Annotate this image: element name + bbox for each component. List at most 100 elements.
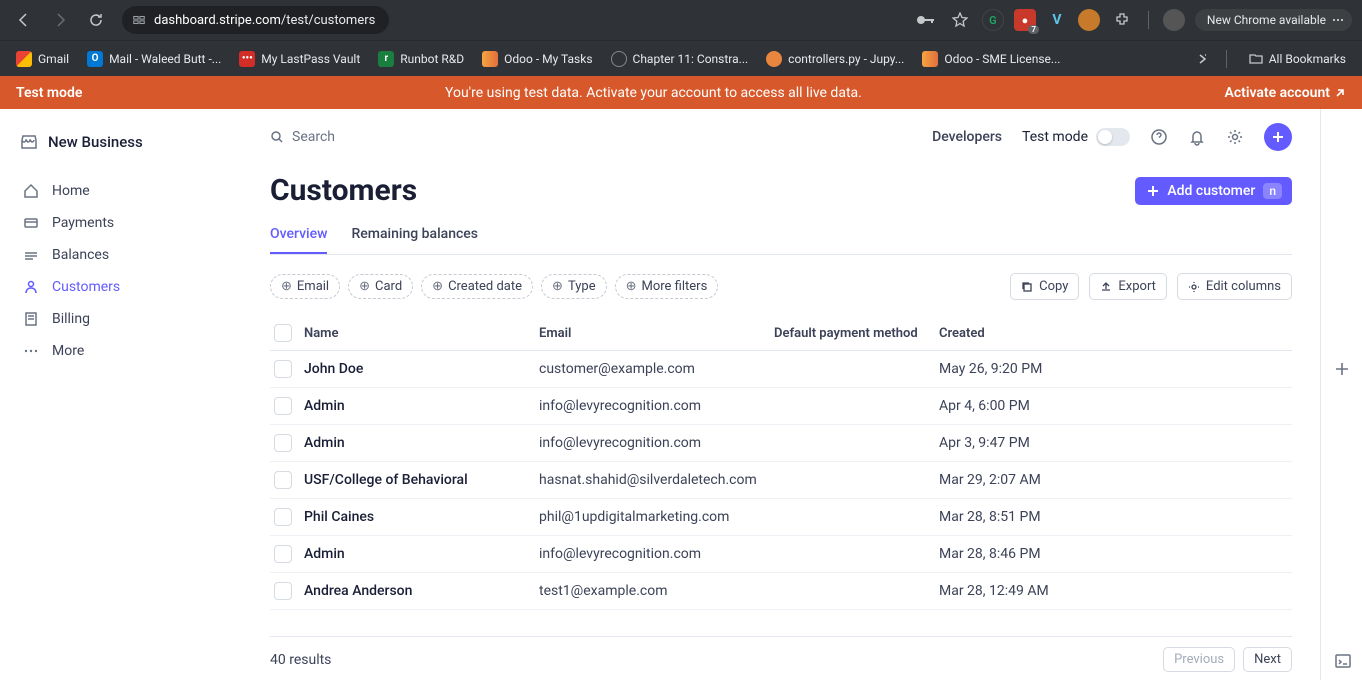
cell-name: USF/College of Behavioral: [304, 472, 539, 488]
globe-icon: [611, 51, 627, 67]
sidebar-item-home[interactable]: Home: [16, 175, 234, 207]
cell-created: Mar 28, 8:51 PM: [939, 509, 1288, 525]
column-payment[interactable]: Default payment method: [774, 326, 939, 341]
edit-columns-button[interactable]: Edit columns: [1177, 273, 1292, 300]
test-mode-banner: Test mode You're using test data. Activa…: [0, 76, 1362, 109]
reload-button[interactable]: [82, 6, 110, 34]
settings-icon[interactable]: [1226, 128, 1244, 146]
cell-name: Admin: [304, 398, 539, 414]
runbot-icon: r: [378, 51, 394, 67]
filter-email[interactable]: ⊕Email: [270, 274, 340, 299]
export-button[interactable]: Export: [1089, 273, 1167, 300]
table-row[interactable]: John Doe customer@example.com May 26, 9:…: [270, 351, 1292, 388]
row-checkbox[interactable]: [274, 434, 292, 452]
row-checkbox[interactable]: [274, 397, 292, 415]
row-checkbox[interactable]: [274, 360, 292, 378]
customers-table: Name Email Default payment method Create…: [270, 316, 1292, 636]
back-button[interactable]: [10, 6, 38, 34]
tab-remaining-balances[interactable]: Remaining balances: [351, 218, 478, 254]
all-bookmarks[interactable]: All Bookmarks: [1243, 48, 1352, 70]
page-title: Customers: [270, 173, 417, 208]
filter-created-date[interactable]: ⊕Created date: [421, 274, 533, 299]
bookmark-item[interactable]: Odoo - SME License...: [916, 47, 1066, 71]
bookmark-item[interactable]: rRunbot R&D: [372, 47, 470, 71]
forward-button[interactable]: [46, 6, 74, 34]
extension-v-icon[interactable]: V: [1046, 9, 1068, 31]
billing-icon: [22, 311, 40, 327]
bookmark-star-icon[interactable]: [948, 8, 972, 32]
sidebar-item-billing[interactable]: Billing: [16, 303, 234, 335]
table-row[interactable]: Admin info@levyrecognition.com Apr 4, 6:…: [270, 388, 1292, 425]
more-icon: [22, 343, 40, 359]
toggle-switch[interactable]: [1096, 128, 1130, 146]
business-selector[interactable]: New Business: [16, 127, 234, 157]
outlook-icon: O: [87, 51, 103, 67]
sidebar-item-customers[interactable]: Customers: [16, 271, 234, 303]
browser-toolbar: dashboard.stripe.com/test/customers G ●7…: [0, 0, 1362, 40]
column-created[interactable]: Created: [939, 326, 1288, 341]
row-checkbox[interactable]: [274, 582, 292, 600]
search-input[interactable]: Search: [270, 129, 914, 145]
extension-red-icon[interactable]: ●7: [1014, 9, 1036, 31]
right-rail: [1320, 109, 1362, 680]
select-all-checkbox[interactable]: [274, 324, 292, 342]
extension-orange-icon[interactable]: [1078, 9, 1100, 31]
new-chrome-pill[interactable]: New Chrome available: [1195, 9, 1352, 31]
bookmark-item[interactable]: controllers.py - Jupy...: [760, 47, 910, 71]
home-icon: [22, 183, 40, 199]
extension-grammarly-icon[interactable]: G: [982, 9, 1004, 31]
bookmark-item[interactable]: Odoo - My Tasks: [476, 47, 598, 71]
table-row[interactable]: Phil Caines phil@1updigitalmarketing.com…: [270, 499, 1292, 536]
row-checkbox[interactable]: [274, 545, 292, 563]
column-name[interactable]: Name: [304, 326, 539, 341]
password-icon[interactable]: [914, 8, 938, 32]
bookmarks-overflow-icon[interactable]: [1196, 52, 1210, 66]
cell-email: phil@1updigitalmarketing.com: [539, 509, 774, 525]
bookmark-item[interactable]: Chapter 11: Constra...: [605, 47, 755, 71]
cell-created: Mar 28, 12:49 AM: [939, 583, 1288, 599]
rail-plus-icon[interactable]: [1332, 359, 1352, 379]
bookmark-item[interactable]: •••My LastPass Vault: [233, 47, 366, 71]
add-customer-button[interactable]: Add customer n: [1135, 177, 1292, 205]
table-row[interactable]: Andrea Anderson test1@example.com Mar 28…: [270, 573, 1292, 610]
filter-type[interactable]: ⊕Type: [541, 274, 607, 299]
sidebar-item-more[interactable]: More: [16, 335, 234, 367]
tab-overview[interactable]: Overview: [270, 218, 327, 254]
site-settings-icon[interactable]: [132, 13, 146, 27]
bookmark-item[interactable]: OMail - Waleed Butt -...: [81, 47, 227, 71]
main-content: Search Developers Test mode Customers Ad…: [250, 109, 1320, 680]
results-count: 40 results: [270, 652, 331, 668]
bookmark-item[interactable]: Gmail: [10, 47, 75, 71]
activate-account-link[interactable]: Activate account: [1224, 85, 1346, 101]
developers-link[interactable]: Developers: [932, 129, 1002, 145]
table-row[interactable]: USF/College of Behavioral hasnat.shahid@…: [270, 462, 1292, 499]
next-button[interactable]: Next: [1243, 647, 1292, 672]
balances-icon: [22, 247, 40, 263]
previous-button[interactable]: Previous: [1163, 647, 1235, 672]
table-row[interactable]: Admin info@levyrecognition.com Mar 28, 8…: [270, 536, 1292, 573]
plus-icon: [1147, 185, 1159, 197]
profile-avatar[interactable]: [1163, 9, 1185, 31]
filter-card[interactable]: ⊕Card: [348, 274, 413, 299]
address-bar[interactable]: dashboard.stripe.com/test/customers: [122, 6, 389, 34]
row-checkbox[interactable]: [274, 508, 292, 526]
dev-console-icon[interactable]: [1334, 652, 1352, 670]
url-text: dashboard.stripe.com/test/customers: [154, 13, 375, 28]
test-mode-toggle[interactable]: Test mode: [1022, 128, 1130, 146]
sidebar-item-payments[interactable]: Payments: [16, 207, 234, 239]
column-email[interactable]: Email: [539, 326, 774, 341]
filter-more[interactable]: ⊕More filters: [615, 274, 719, 299]
notifications-icon[interactable]: [1188, 128, 1206, 146]
cell-created: May 26, 9:20 PM: [939, 361, 1288, 377]
extensions-icon[interactable]: [1110, 8, 1134, 32]
divider: [1226, 50, 1227, 68]
sidebar-item-balances[interactable]: Balances: [16, 239, 234, 271]
help-icon[interactable]: [1150, 128, 1168, 146]
cell-email: hasnat.shahid@silverdaletech.com: [539, 472, 774, 488]
row-checkbox[interactable]: [274, 471, 292, 489]
cell-email: test1@example.com: [539, 583, 774, 599]
table-row[interactable]: Admin info@levyrecognition.com Apr 3, 9:…: [270, 425, 1292, 462]
create-button[interactable]: [1264, 123, 1292, 151]
store-icon: [20, 133, 38, 151]
copy-button[interactable]: Copy: [1010, 273, 1079, 300]
